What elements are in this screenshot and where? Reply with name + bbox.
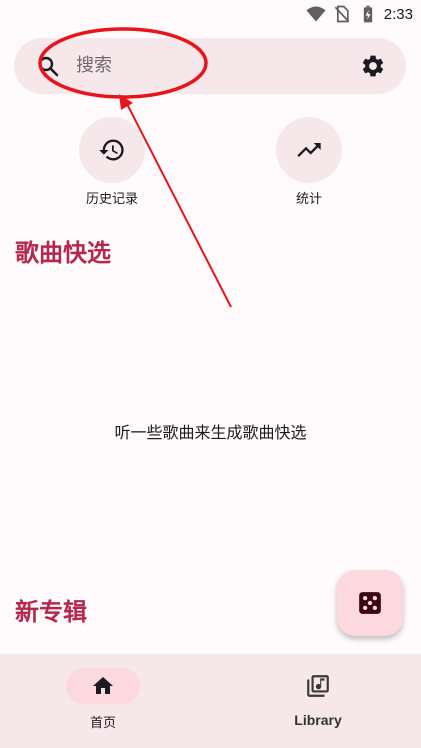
nav-library-pill[interactable] [281, 668, 355, 704]
annotation-arrow-head [119, 94, 133, 110]
stats-button-circle[interactable] [276, 117, 342, 183]
history-label: 历史记录 [85, 192, 138, 207]
history-button[interactable]: 历史记录 [52, 117, 172, 207]
app-screen: 2:33 搜索 历史记录 统计 歌曲快选 听一些歌曲来生成歌曲快选 新专辑 首页… [0, 0, 421, 748]
quick-picks-empty-message: 听一些歌曲来生成歌曲快选 [114, 423, 307, 442]
search-input[interactable]: 搜索 [76, 54, 112, 78]
shuffle-fab-button[interactable] [337, 570, 403, 636]
stats-label: 统计 [295, 192, 322, 207]
settings-icon[interactable] [360, 53, 386, 79]
dice-icon [359, 592, 381, 614]
trending-up-icon [297, 143, 321, 157]
new-albums-title: 新专辑 [15, 598, 87, 626]
search-icon[interactable] [36, 54, 60, 78]
stats-button[interactable]: 统计 [249, 117, 369, 207]
quick-picks-title: 歌曲快选 [15, 239, 111, 267]
no-sim-icon [334, 5, 350, 23]
home-icon [93, 677, 113, 694]
clock-time: 2:33 [383, 5, 413, 23]
nav-home[interactable]: 首页 [43, 668, 163, 731]
battery-charging-icon [363, 5, 372, 23]
wifi-icon [306, 6, 326, 22]
library-music-icon [307, 675, 329, 697]
bottom-navigation: 首页 Library [0, 654, 421, 748]
nav-home-pill[interactable] [66, 668, 140, 704]
history-icon [99, 139, 124, 161]
history-button-circle[interactable] [79, 117, 145, 183]
nav-home-label: 首页 [89, 716, 116, 731]
nav-library-label: Library [294, 712, 342, 728]
search-bar[interactable]: 搜索 [14, 38, 406, 94]
nav-library[interactable]: Library [258, 668, 378, 728]
status-bar: 2:33 [0, 0, 421, 30]
